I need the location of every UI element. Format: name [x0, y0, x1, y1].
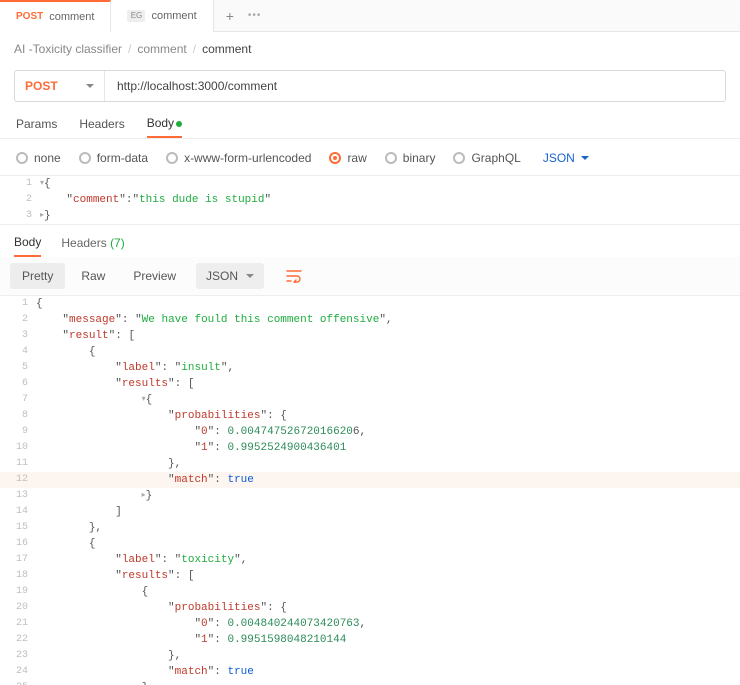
url-input[interactable]: http://localhost:3000/comment — [105, 71, 725, 101]
method-badge: POST — [16, 11, 43, 22]
response-body[interactable]: 1{ 2 "message": "We have fould this comm… — [0, 295, 740, 685]
breadcrumb-current: comment — [202, 42, 251, 56]
breadcrumb-sep: / — [128, 42, 131, 56]
preview-button[interactable]: Preview — [121, 263, 188, 289]
modified-dot-icon — [176, 121, 182, 127]
radio-none[interactable]: none — [16, 151, 61, 165]
chevron-down-icon — [581, 156, 589, 160]
response-format-select[interactable]: JSON — [196, 263, 264, 289]
resp-tab-headers[interactable]: Headers (7) — [61, 236, 124, 256]
radio-urlencoded[interactable]: x-www-form-urlencoded — [166, 151, 311, 165]
chevron-down-icon — [86, 84, 94, 88]
subtab-params[interactable]: Params — [16, 117, 57, 137]
tab-request-1[interactable]: POST comment — [0, 0, 111, 32]
breadcrumb-item[interactable]: comment — [137, 42, 186, 56]
body-type-row: none form-data x-www-form-urlencoded raw… — [0, 145, 740, 175]
line-wrap-icon[interactable] — [286, 269, 302, 283]
subtab-body[interactable]: Body — [147, 116, 182, 138]
tab-label: comment — [151, 10, 196, 22]
method-value: POST — [25, 79, 58, 93]
request-body-editor[interactable]: 1 ▾{ 2 "comment":"this dude is stupid" 3… — [0, 175, 740, 224]
response-toolbar: Pretty Raw Preview JSON — [0, 257, 740, 295]
method-select[interactable]: POST — [15, 71, 105, 101]
radio-form-data[interactable]: form-data — [79, 151, 148, 165]
tab-overflow-icon[interactable]: ••• — [248, 10, 262, 21]
chevron-down-icon — [246, 274, 254, 278]
subtab-headers[interactable]: Headers — [79, 117, 124, 137]
url-value: http://localhost:3000/comment — [117, 79, 277, 93]
radio-graphql[interactable]: GraphQL — [453, 151, 520, 165]
breadcrumb-item[interactable]: AI -Toxicity classifier — [14, 42, 122, 56]
body-format-select[interactable]: JSON — [543, 151, 589, 165]
pretty-button[interactable]: Pretty — [10, 263, 65, 289]
example-badge: EG — [127, 10, 145, 22]
response-subtabs: Body Headers (7) — [0, 224, 740, 257]
raw-button[interactable]: Raw — [69, 263, 117, 289]
resp-headers-count: (7) — [110, 236, 125, 250]
breadcrumb: AI -Toxicity classifier / comment / comm… — [0, 32, 740, 56]
open-tabs: POST comment EG comment + ••• — [0, 0, 740, 32]
tab-actions: + ••• — [214, 8, 274, 24]
resp-tab-body[interactable]: Body — [14, 235, 41, 257]
tab-label: comment — [49, 11, 94, 23]
tab-request-2[interactable]: EG comment — [111, 0, 213, 32]
radio-binary[interactable]: binary — [385, 151, 436, 165]
breadcrumb-sep: / — [193, 42, 196, 56]
request-subtabs: Params Headers Body — [0, 102, 740, 138]
radio-raw[interactable]: raw — [329, 151, 366, 165]
url-bar: POST http://localhost:3000/comment — [14, 70, 726, 102]
add-tab-icon[interactable]: + — [226, 8, 234, 24]
